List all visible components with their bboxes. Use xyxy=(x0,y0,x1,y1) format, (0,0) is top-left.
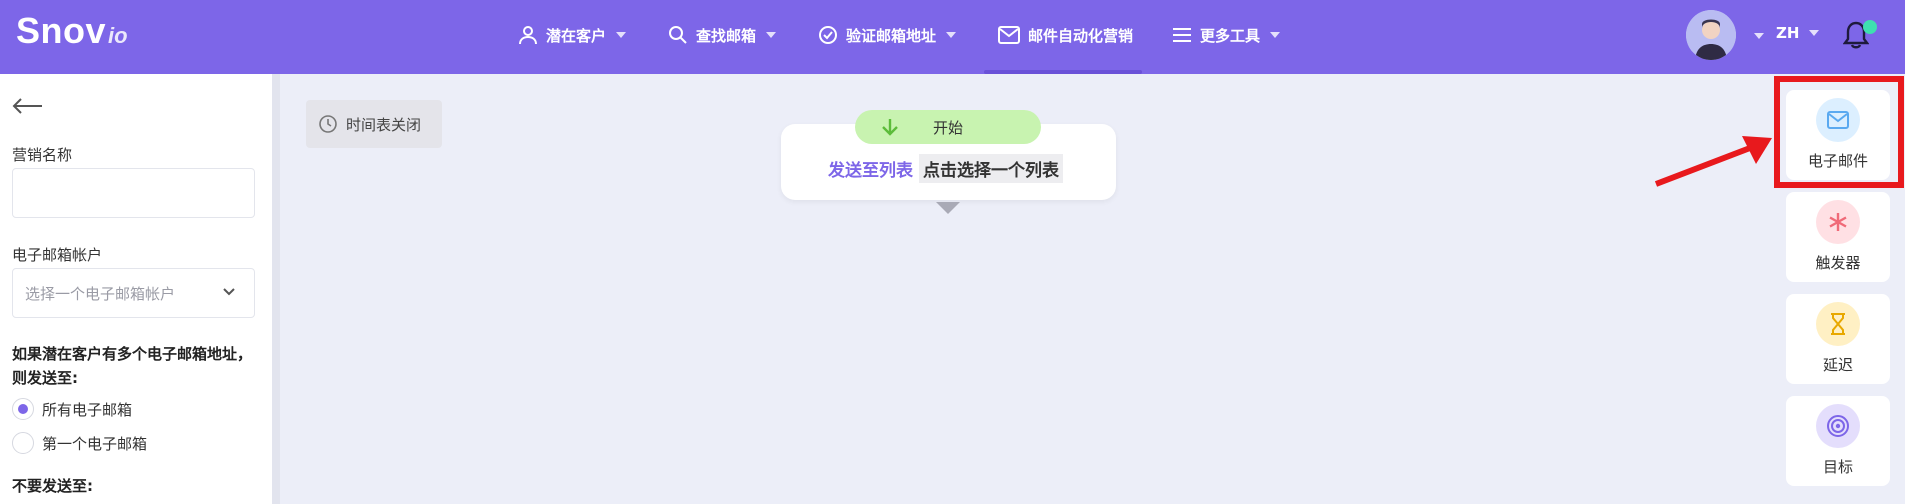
do-not-send-label: 不要发送至: xyxy=(12,477,93,495)
panel-scrollbar[interactable] xyxy=(272,74,280,504)
chevron-down-icon[interactable] xyxy=(1754,33,1764,39)
tool-trigger-circle xyxy=(1816,200,1860,244)
nav-email-finder[interactable]: 查找邮箱 xyxy=(668,18,777,52)
radio-all-emails-dot[interactable] xyxy=(12,398,34,420)
tool-goal-circle xyxy=(1816,404,1860,448)
radio-all-emails[interactable]: 所有电子邮箱 xyxy=(12,398,132,420)
choose-list-link[interactable]: 点击选择一个列表 xyxy=(919,154,1063,183)
chevron-down-icon xyxy=(766,32,777,38)
chevron-down-icon xyxy=(946,32,957,38)
nav-email-verifier-label: 验证邮箱地址 xyxy=(846,26,937,45)
nav-more-tools[interactable]: 更多工具 xyxy=(1172,18,1281,52)
chevron-down-icon xyxy=(223,288,235,296)
start-label: 开始 xyxy=(932,118,963,137)
tool-delay-circle xyxy=(1816,302,1860,346)
snovio-logo[interactable]: Snovio xyxy=(16,10,128,52)
avatar[interactable] xyxy=(1686,10,1736,60)
tool-goal[interactable]: 目标 xyxy=(1786,396,1890,486)
schedule-label: 时间表关闭 xyxy=(346,115,422,134)
nav-email-drip[interactable]: 邮件自动化营销 xyxy=(998,18,1133,52)
menu-icon xyxy=(1173,28,1191,42)
multi-email-label: 如果潜在客户有多个电子邮箱地址，则发送至: xyxy=(12,345,253,387)
red-arrow-icon xyxy=(1654,136,1772,187)
radio-first-email[interactable]: 第一个电子邮箱 xyxy=(12,432,147,454)
arrow-down-icon xyxy=(882,119,898,136)
tool-goal-label: 目标 xyxy=(1822,458,1853,476)
highlight-box xyxy=(1774,76,1904,188)
nav-prospects[interactable]: 潜在客户 xyxy=(518,18,627,52)
start-pill: 开始 xyxy=(855,110,1041,144)
campaign-settings-panel: 营销名称 电子邮箱帐户 选择一个电子邮箱帐户 如果潜在客户有多个电子邮箱地址，则… xyxy=(0,74,272,504)
logo-sub: io xyxy=(108,23,128,48)
tool-trigger[interactable]: 触发器 xyxy=(1786,192,1890,282)
active-nav-indicator xyxy=(984,70,1142,74)
language-label: ZH xyxy=(1776,24,1800,42)
campaign-name-label: 营销名称 xyxy=(12,146,73,164)
top-navbar: Snovio 潜在客户 查找邮箱 验证邮箱地址 邮件自动化营销 更多工具 ZH xyxy=(0,0,1905,74)
connector-tip xyxy=(936,202,960,214)
search-icon xyxy=(669,26,687,44)
user-avatar-icon xyxy=(1686,10,1736,60)
tool-delay[interactable]: 延迟 xyxy=(1786,294,1890,384)
chevron-down-icon xyxy=(1809,30,1820,36)
radio-first-email-label: 第一个电子邮箱 xyxy=(42,434,148,453)
tool-trigger-label: 触发器 xyxy=(1815,254,1861,272)
send-to-list-label: 发送至列表 xyxy=(828,161,913,181)
asterisk-icon xyxy=(1829,213,1847,231)
radio-all-emails-label: 所有电子邮箱 xyxy=(42,400,133,419)
nav-more-tools-label: 更多工具 xyxy=(1200,26,1261,45)
email-account-placeholder: 选择一个电子邮箱帐户 xyxy=(25,284,176,303)
user-icon xyxy=(519,26,537,45)
schedule-toggle-button[interactable]: 时间表关闭 xyxy=(306,100,442,148)
email-account-select[interactable]: 选择一个电子邮箱帐户 xyxy=(12,268,255,318)
nav-prospects-label: 潜在客户 xyxy=(546,26,607,45)
nav-email-verifier[interactable]: 验证邮箱地址 xyxy=(818,18,957,52)
back-arrow-icon[interactable] xyxy=(12,98,44,114)
hourglass-icon xyxy=(1831,313,1845,335)
logo-main: Snov xyxy=(16,10,107,51)
chevron-down-icon xyxy=(616,32,627,38)
email-account-label: 电子邮箱帐户 xyxy=(12,246,103,264)
check-circle-icon xyxy=(819,26,837,44)
notification-badge xyxy=(1863,20,1877,34)
campaign-name-input[interactable] xyxy=(12,168,255,218)
clock-icon xyxy=(319,115,337,133)
chevron-down-icon xyxy=(1270,32,1281,38)
language-switcher[interactable]: ZH xyxy=(1776,24,1820,42)
send-to-list-row: 发送至列表 点击选择一个列表 xyxy=(828,154,1063,183)
nav-email-finder-label: 查找邮箱 xyxy=(696,26,757,45)
envelope-icon xyxy=(998,26,1020,44)
radio-first-email-dot[interactable] xyxy=(12,432,34,454)
nav-email-drip-label: 邮件自动化营销 xyxy=(1028,26,1134,45)
tool-delay-label: 延迟 xyxy=(1822,356,1853,374)
target-icon xyxy=(1827,415,1849,437)
